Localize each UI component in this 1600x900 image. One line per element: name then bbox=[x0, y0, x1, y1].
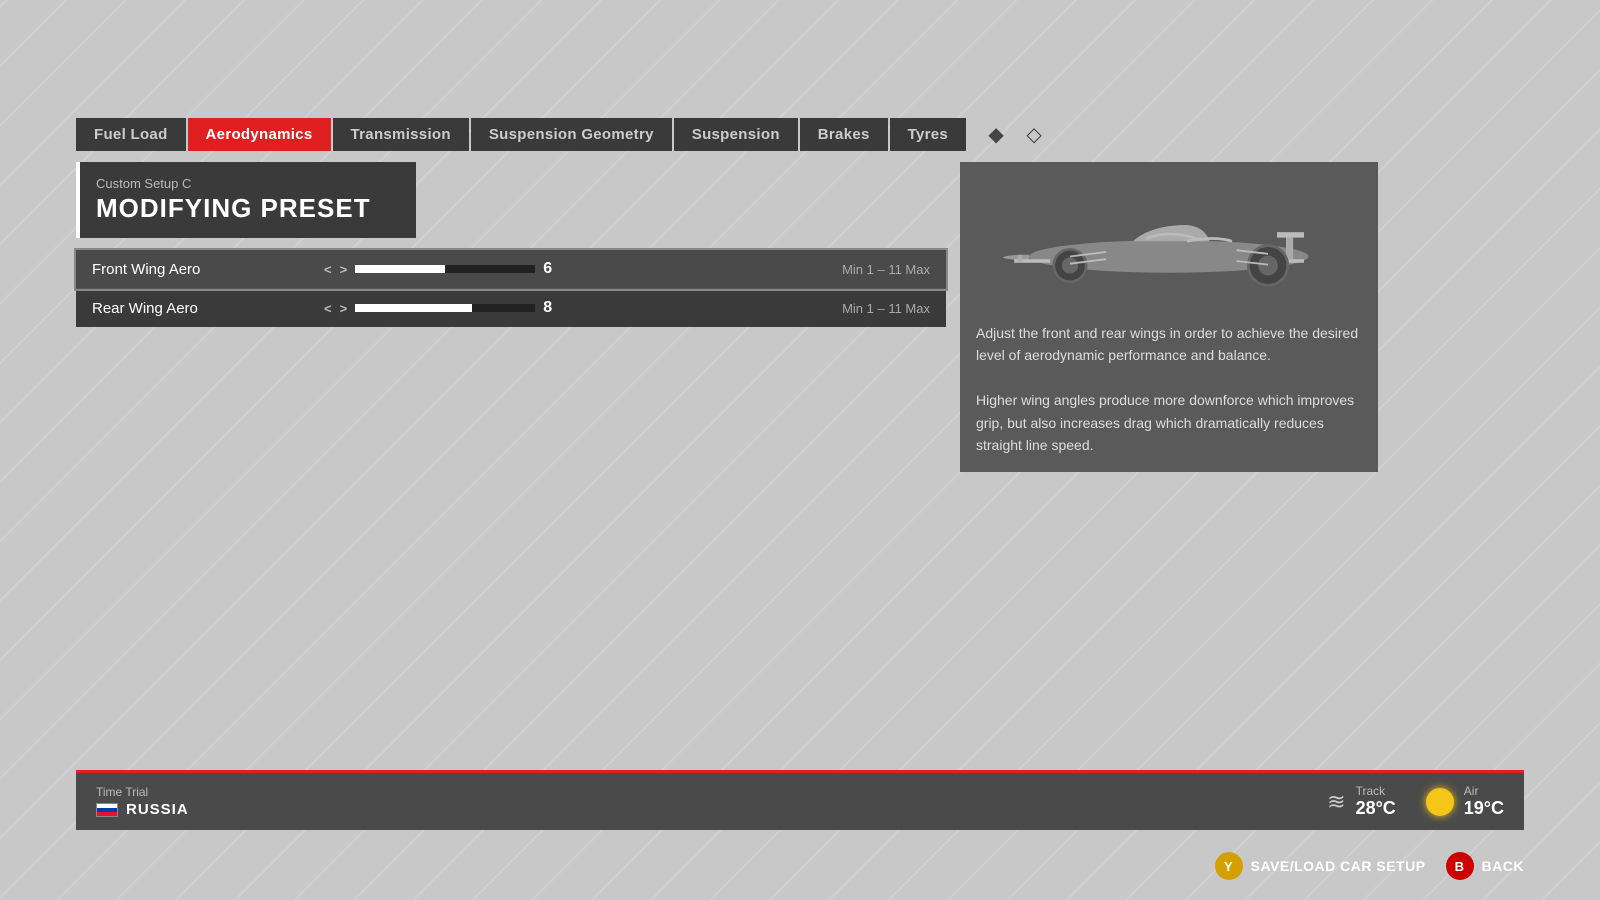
air-label: Air bbox=[1464, 784, 1504, 798]
setting-row-front-wing[interactable]: Front Wing Aero < > 6 Min 1 – 11 Max bbox=[76, 250, 946, 289]
rear-wing-value: 8 bbox=[543, 299, 563, 317]
y-button-icon: Y bbox=[1215, 852, 1243, 880]
russia-flag bbox=[96, 803, 118, 817]
bottom-bar: Time Trial RUSSIA ≋ Track 28°C Air 19°C bbox=[76, 770, 1524, 830]
car-illustration bbox=[976, 178, 1362, 308]
b-button-icon: B bbox=[1446, 852, 1474, 880]
sun-icon bbox=[1426, 788, 1454, 816]
front-wing-increase[interactable]: > bbox=[340, 262, 348, 277]
front-wing-value: 6 bbox=[543, 260, 563, 278]
rear-wing-controls: < > 8 bbox=[324, 299, 830, 317]
rear-wing-slider[interactable] bbox=[355, 304, 535, 312]
air-temp-value: 19°C bbox=[1464, 798, 1504, 819]
main-content: Fuel Load Aerodynamics Transmission Susp… bbox=[0, 0, 1600, 900]
front-wing-range: Min 1 – 11 Max bbox=[842, 262, 930, 277]
air-temp-info: Air 19°C bbox=[1464, 784, 1504, 819]
action-buttons: Y SAVE/LOAD CAR SETUP B BACK bbox=[1215, 852, 1524, 880]
front-wing-fill bbox=[355, 265, 445, 273]
tab-transmission[interactable]: Transmission bbox=[333, 118, 469, 151]
track-temp-item: ≋ Track 28°C bbox=[1327, 784, 1396, 819]
bottom-right: ≋ Track 28°C Air 19°C bbox=[1307, 784, 1524, 819]
tab-fuel-load[interactable]: Fuel Load bbox=[76, 118, 186, 151]
nav-prev-icon[interactable]: ◆ bbox=[980, 119, 1012, 151]
front-wing-slider[interactable] bbox=[355, 265, 535, 273]
tab-tyres[interactable]: Tyres bbox=[890, 118, 966, 151]
heat-waves-icon: ≋ bbox=[1327, 789, 1345, 815]
tab-suspension-geometry[interactable]: Suspension Geometry bbox=[471, 118, 672, 151]
front-wing-decrease[interactable]: < bbox=[324, 262, 332, 277]
preset-subtitle: Custom Setup C bbox=[96, 176, 398, 191]
front-wing-controls: < > 6 bbox=[324, 260, 830, 278]
save-load-label: SAVE/LOAD CAR SETUP bbox=[1251, 858, 1426, 874]
f1-car-svg bbox=[989, 188, 1349, 298]
session-type: Time Trial bbox=[96, 785, 1287, 799]
save-load-button[interactable]: Y SAVE/LOAD CAR SETUP bbox=[1215, 852, 1426, 880]
tab-brakes[interactable]: Brakes bbox=[800, 118, 888, 151]
tab-suspension[interactable]: Suspension bbox=[674, 118, 798, 151]
track-temp-value: 28°C bbox=[1356, 798, 1396, 819]
back-button[interactable]: B BACK bbox=[1446, 852, 1524, 880]
rear-wing-fill bbox=[355, 304, 472, 312]
air-temp-item: Air 19°C bbox=[1426, 784, 1504, 819]
setting-row-rear-wing[interactable]: Rear Wing Aero < > 8 Min 1 – 11 Max bbox=[76, 289, 946, 327]
track-temp-info: Track 28°C bbox=[1356, 784, 1396, 819]
top-nav: Fuel Load Aerodynamics Transmission Susp… bbox=[76, 118, 1050, 151]
rear-wing-range: Min 1 – 11 Max bbox=[842, 301, 930, 316]
info-panel: Adjust the front and rear wings in order… bbox=[960, 162, 1378, 472]
rear-wing-decrease[interactable]: < bbox=[324, 301, 332, 316]
info-description: Adjust the front and rear wings in order… bbox=[976, 322, 1362, 456]
back-label: BACK bbox=[1482, 858, 1524, 874]
tab-aerodynamics[interactable]: Aerodynamics bbox=[188, 118, 331, 151]
preset-title: MODIFYING PRESET bbox=[96, 193, 398, 224]
country-name: RUSSIA bbox=[126, 801, 189, 818]
settings-panel: Front Wing Aero < > 6 Min 1 – 11 Max Rea… bbox=[76, 250, 946, 327]
rear-wing-label: Rear Wing Aero bbox=[92, 300, 312, 317]
rear-wing-increase[interactable]: > bbox=[340, 301, 348, 316]
front-wing-label: Front Wing Aero bbox=[92, 261, 312, 278]
preset-box: Custom Setup C MODIFYING PRESET bbox=[76, 162, 416, 238]
country-row: RUSSIA bbox=[96, 801, 1287, 818]
bottom-left: Time Trial RUSSIA bbox=[76, 785, 1307, 818]
track-label: Track bbox=[1356, 784, 1396, 798]
nav-next-icon[interactable]: ◇ bbox=[1018, 119, 1050, 151]
nav-icons: ◆ ◇ bbox=[980, 119, 1050, 151]
